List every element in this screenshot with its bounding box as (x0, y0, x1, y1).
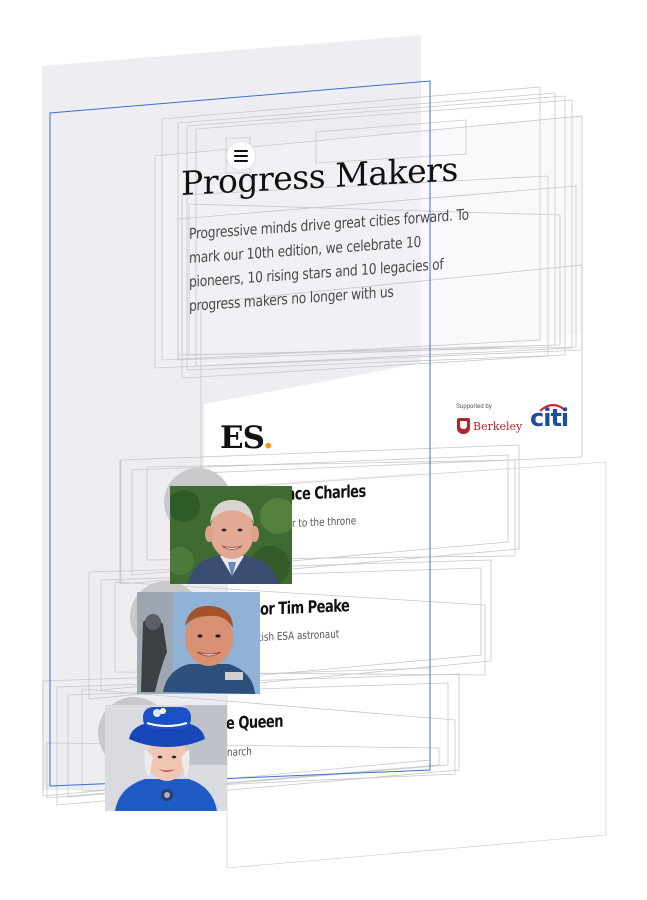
person-name[interactable]: nce Charles (286, 482, 366, 505)
supported-by-label: Supported by (456, 404, 492, 410)
portrait-image (137, 592, 260, 694)
citi-logo[interactable]: citi (530, 404, 569, 432)
layer-slabs (42, 35, 607, 869)
person-name[interactable]: jor Tim Peake (256, 596, 349, 620)
page-intro: Progressive minds drive great cities for… (189, 205, 469, 315)
tim-peake-photo[interactable] (137, 592, 260, 694)
person-name[interactable]: e Queen (226, 712, 283, 734)
portrait-image (170, 486, 292, 584)
person-description: narch (227, 744, 252, 759)
berkeley-crest-icon (457, 418, 470, 434)
prince-charles-photo[interactable] (170, 486, 292, 584)
layer-view-3d: Progress Makers Progressive minds drive … (0, 0, 647, 900)
the-queen-photo[interactable] (105, 705, 227, 811)
berkeley-logo[interactable]: Berkeley (457, 418, 522, 434)
portrait-image (105, 705, 227, 811)
es-logo[interactable]: ES. (220, 420, 274, 456)
